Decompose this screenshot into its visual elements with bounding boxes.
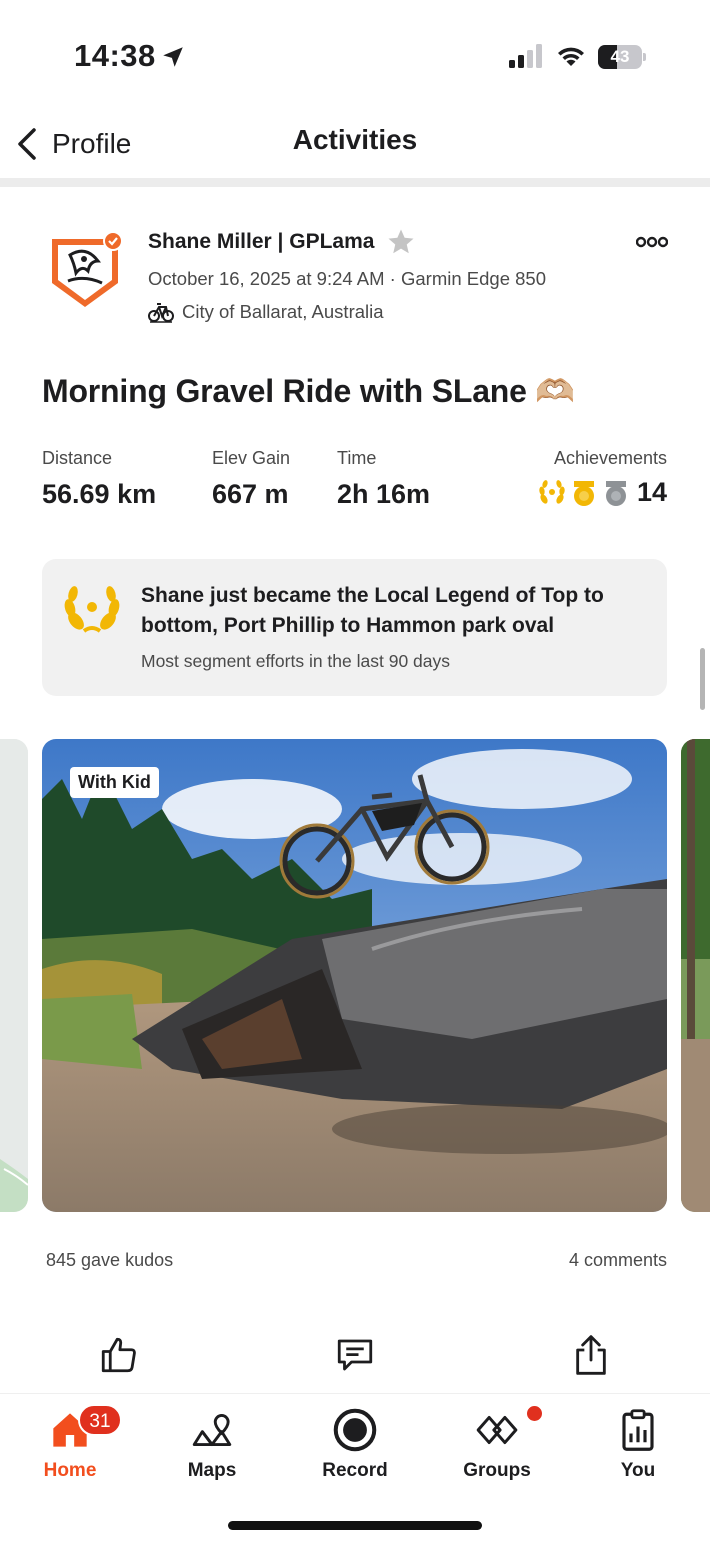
athlete-name[interactable]: Shane Miller | GPLama [148, 230, 374, 254]
avatar-logo-icon [52, 231, 123, 307]
map-thumbnail-icon [0, 739, 28, 1212]
avatar[interactable] [46, 231, 124, 311]
stat-label: Elev Gain [212, 448, 291, 468]
tab-groups[interactable]: Groups [437, 1404, 557, 1488]
tab-maps[interactable]: Maps [152, 1404, 272, 1488]
photo-burnt-car-with-bike [42, 739, 667, 1212]
cellular-signal-icon [509, 44, 542, 68]
stat-achievements[interactable]: Achievements 14 [537, 448, 667, 508]
tab-label: Record [322, 1460, 388, 1481]
star-icon[interactable] [386, 227, 416, 257]
battery-indicator: 43 [598, 45, 646, 69]
local-legend-card[interactable]: Shane just became the Local Legend of To… [42, 559, 667, 696]
local-legend-title: Shane just became the Local Legend of To… [141, 584, 604, 637]
stat-distance: Distance 56.69 km [42, 448, 156, 510]
kudos-button[interactable] [94, 1330, 144, 1380]
stat-value: 667 m [212, 479, 289, 509]
activity-title-text: Morning Gravel Ride with SLane 🫶🏼 [42, 373, 576, 409]
status-time: 14:38 [74, 38, 156, 73]
you-icon [622, 1409, 654, 1451]
notification-dot [527, 1406, 542, 1421]
notification-badge: 31 [78, 1404, 122, 1436]
tab-label: Home [43, 1460, 97, 1481]
stat-label: Distance [42, 448, 113, 468]
tab-you[interactable]: You [578, 1404, 698, 1488]
next-photo-thumbnail [681, 739, 710, 1212]
stat-label: Achievements [553, 448, 667, 468]
share-icon [576, 1335, 606, 1375]
bike-icon [148, 303, 174, 323]
tab-home[interactable]: 31 Home [10, 1404, 130, 1488]
nav-bar: Profile Activities [0, 110, 710, 178]
activity-stats: Distance 56.69 km Elev Gain 667 m Time 2… [0, 448, 710, 518]
stat-elev-gain: Elev Gain 667 m [212, 448, 290, 510]
activity-location: City of Ballarat, Australia [148, 301, 384, 323]
next-photo-preview[interactable] [681, 739, 710, 1212]
tab-label: You [620, 1460, 656, 1481]
media-carousel[interactable]: With Kid [0, 739, 710, 1212]
photo-tag: With Kid [70, 767, 159, 798]
stat-value: 56.69 km [42, 479, 157, 509]
share-button[interactable] [566, 1330, 616, 1380]
local-legend-subtitle: Most segment efforts in the last 90 days [141, 651, 451, 671]
battery-percent: 43 [610, 47, 630, 66]
gold-medal-icon [573, 480, 594, 506]
activity-title[interactable]: Morning Gravel Ride with SLane 🫶🏼 [42, 372, 575, 410]
scroll-indicator[interactable] [700, 648, 705, 710]
comment-button[interactable] [330, 1330, 380, 1380]
page-title: Activities [292, 124, 418, 155]
groups-icon [476, 1415, 518, 1445]
activity-meta: October 16, 2025 at 9:24 AM · Garmin Edg… [148, 268, 546, 289]
silver-medal-icon [605, 480, 626, 506]
more-options-icon[interactable] [636, 235, 668, 249]
action-row [0, 1330, 710, 1380]
stat-label: Time [337, 448, 377, 468]
achievements-count: 14 [636, 477, 667, 507]
activity-photo[interactable]: With Kid [42, 739, 667, 1212]
tab-label: Maps [187, 1460, 237, 1481]
activity-header: Shane Miller | GPLama October 16, 2025 a… [0, 225, 710, 335]
social-summary: 845 gave kudos 4 comments [0, 1248, 710, 1278]
comment-icon [337, 1339, 373, 1371]
map-preview[interactable] [0, 739, 28, 1212]
local-legend-laurel-icon [64, 586, 120, 633]
stat-value: 2h 16m [337, 479, 431, 509]
nav-divider [0, 178, 710, 187]
stat-time: Time 2h 16m [337, 448, 430, 510]
comments-count[interactable]: 4 comments [569, 1250, 667, 1271]
tab-record[interactable]: Record [295, 1404, 415, 1488]
record-icon [333, 1408, 377, 1452]
location-text: City of Ballarat, Australia [182, 301, 384, 322]
status-bar: 14:38 43 [0, 0, 710, 110]
wifi-icon [558, 47, 584, 66]
home-indicator[interactable] [228, 1521, 482, 1530]
tab-label: Groups [463, 1460, 531, 1481]
maps-icon [192, 1414, 232, 1446]
thumbs-up-icon [101, 1337, 136, 1373]
location-arrow-icon [163, 47, 183, 67]
kudos-count[interactable]: 845 gave kudos [46, 1250, 173, 1271]
laurel-icon [539, 479, 565, 504]
